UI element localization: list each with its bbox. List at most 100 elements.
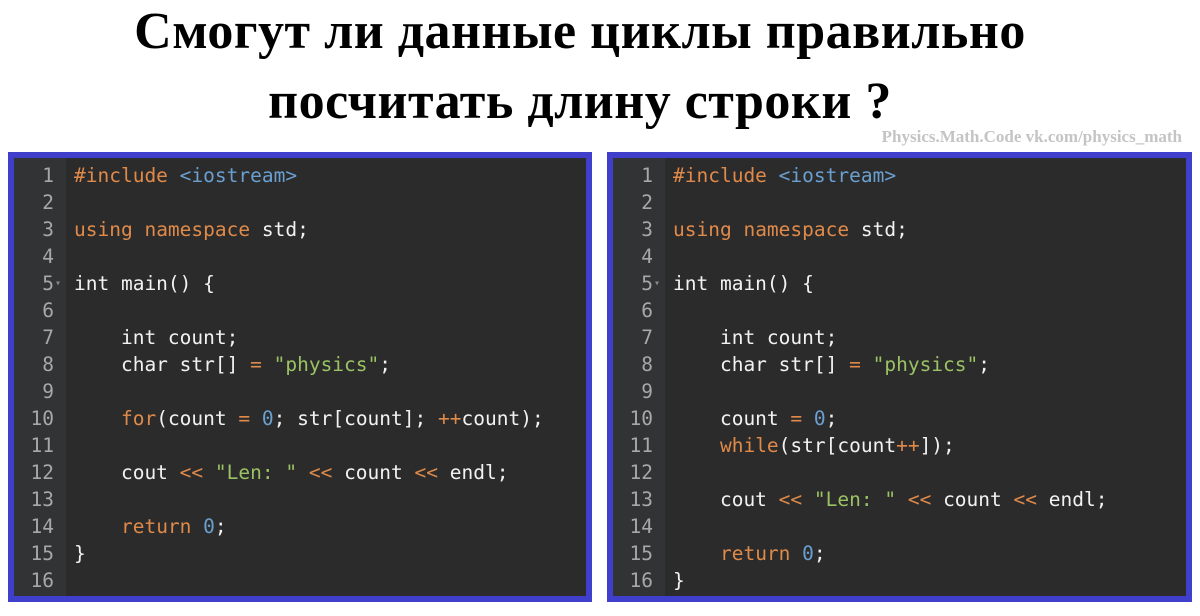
code-editor-right[interactable]: 1 #include <iostream> 2 3 using namespace st…: [607, 152, 1192, 602]
code-line: 11 while(str[count++]);: [613, 432, 1186, 459]
code-token: ;: [813, 542, 826, 565]
code-text: int count;: [74, 324, 238, 351]
code-token: "physics": [273, 353, 380, 376]
code-line: 4: [613, 243, 1186, 270]
line-number: 7: [641, 326, 653, 349]
code-line: 10 count = 0;: [613, 405, 1186, 432]
code-token: 0: [813, 407, 826, 430]
code-text: int main() {: [74, 270, 215, 297]
line-number: 4: [42, 245, 54, 268]
code-line: 11: [14, 432, 586, 459]
line-number: 15: [629, 542, 653, 565]
code-text: using namespace std;: [673, 216, 908, 243]
code-token: <iostream>: [778, 164, 897, 187]
code-text: int main() {: [673, 270, 814, 297]
code-text: return 0;: [673, 540, 826, 567]
line-number: 7: [42, 326, 54, 349]
fold-arrow-icon[interactable]: ▾: [654, 270, 660, 297]
code-token: while: [719, 434, 779, 457]
code-token: }: [74, 542, 86, 565]
code-token: 0: [203, 515, 215, 538]
code-lines: 1 #include <iostream> 2 3 using namespace st…: [14, 162, 586, 594]
code-token: ;: [978, 353, 991, 376]
code-line: 15 return 0;: [613, 540, 1186, 567]
line-number: 6: [641, 299, 653, 322]
code-line: 1 #include <iostream>: [613, 162, 1186, 189]
code-line: 4: [14, 243, 586, 270]
code-token: ; str[count];: [273, 407, 439, 430]
code-token: #include: [673, 164, 767, 187]
line-number: 5: [42, 272, 54, 295]
line-number: 1: [42, 164, 54, 187]
line-number: 12: [629, 461, 653, 484]
code-text: }: [74, 540, 86, 567]
code-text: using namespace std;: [74, 216, 309, 243]
line-number: 2: [641, 191, 653, 214]
code-text: #include <iostream>: [74, 162, 297, 189]
line-number: 16: [30, 569, 54, 592]
code-token: 0: [261, 407, 274, 430]
code-line: 1 #include <iostream>: [14, 162, 586, 189]
line-number: 13: [30, 488, 54, 511]
line-number: 10: [629, 407, 653, 430]
fold-arrow-icon[interactable]: ▾: [55, 270, 61, 297]
code-token: char str[]: [673, 353, 850, 376]
code-token: using: [673, 218, 732, 241]
code-token: using: [74, 218, 133, 241]
code-token: std;: [250, 218, 309, 241]
line-number: 14: [629, 515, 653, 538]
code-token: #include: [74, 164, 168, 187]
code-line: 12: [613, 459, 1186, 486]
code-text: char str[] = "physics";: [673, 351, 990, 378]
line-number: 13: [629, 488, 653, 511]
line-number: 3: [641, 218, 653, 241]
code-token: int count;: [74, 326, 239, 349]
code-line: 7 int count;: [14, 324, 586, 351]
line-number: 2: [42, 191, 54, 214]
code-line: 5 ▾ int main() {: [613, 270, 1186, 297]
code-line: 14: [613, 513, 1186, 540]
code-token: "Len: ": [813, 488, 897, 511]
code-token: <<: [778, 488, 803, 511]
line-number: 5: [641, 272, 653, 295]
code-token: (count: [156, 407, 239, 430]
code-token: return: [719, 542, 791, 565]
code-line: 8 char str[] = "physics";: [14, 351, 586, 378]
code-token: endl;: [1037, 488, 1108, 511]
code-token: <<: [179, 461, 204, 484]
code-token: count: [931, 488, 1014, 511]
code-token: count);: [461, 407, 544, 430]
code-text: return 0;: [74, 513, 227, 540]
code-token: "Len: ": [214, 461, 298, 484]
line-number: 6: [42, 299, 54, 322]
code-token: <<: [414, 461, 438, 484]
line-number: 4: [641, 245, 653, 268]
code-editor-left[interactable]: 1 #include <iostream> 2 3 using namespace st…: [8, 152, 592, 602]
code-token: (str[count: [778, 434, 897, 457]
code-line: 6: [14, 297, 586, 324]
line-number: 9: [641, 380, 653, 403]
code-token: for: [120, 407, 157, 430]
code-token: cout: [74, 461, 180, 484]
code-text: }: [673, 567, 685, 594]
line-number: 14: [30, 515, 54, 538]
code-line: 10 for(count = 0; str[count]; ++count);: [14, 405, 586, 432]
code-token: <<: [1013, 488, 1037, 511]
code-token: count: [332, 461, 415, 484]
line-number: 16: [629, 569, 653, 592]
code-lines: 1 #include <iostream> 2 3 using namespace st…: [613, 162, 1186, 594]
code-token: ;: [825, 407, 838, 430]
code-line: 9: [14, 378, 586, 405]
